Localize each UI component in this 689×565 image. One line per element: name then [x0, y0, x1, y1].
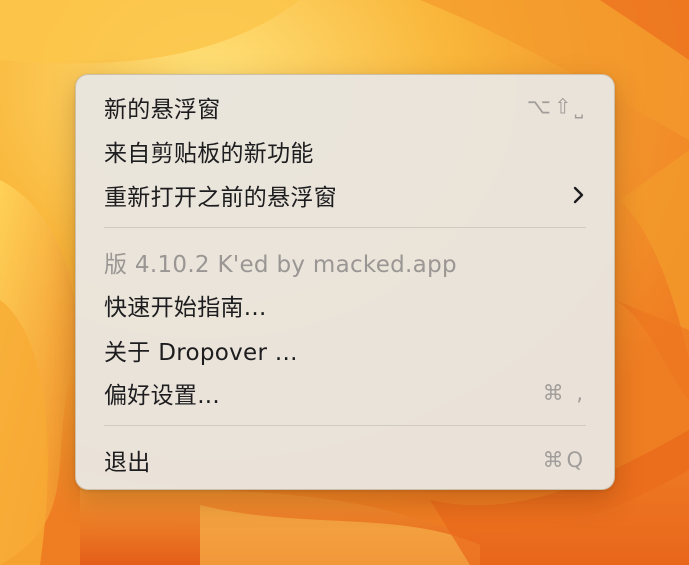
menu-item-version-info: 版 4.10.2 K'ed by macked.app	[90, 242, 600, 282]
menu-item-new-from-clipboard[interactable]: 来自剪贴板的新功能	[90, 131, 600, 171]
menu-item-label: 新的悬浮窗	[104, 97, 221, 123]
menu-item-reopen-previous-windows[interactable]: 重新打开之前的悬浮窗	[90, 175, 600, 215]
menu-separator	[104, 227, 586, 228]
menu-item-quick-start-guide[interactable]: 快速开始指南...	[90, 285, 600, 325]
menu-item-label: 退出	[104, 450, 151, 476]
menu-item-label: 偏好设置...	[104, 383, 221, 409]
context-menu: 新的悬浮窗 ⌥⇧⎵ 来自剪贴板的新功能 重新打开之前的悬浮窗 版 4.10.2 …	[75, 74, 615, 490]
chevron-right-icon	[573, 186, 584, 204]
menu-item-new-floating-window[interactable]: 新的悬浮窗 ⌥⇧⎵	[90, 87, 600, 127]
menu-item-label: 来自剪贴板的新功能	[104, 141, 314, 167]
menu-separator	[104, 425, 586, 426]
menu-item-label: 快速开始指南...	[104, 295, 267, 321]
menu-item-label: 关于 Dropover ...	[104, 340, 298, 366]
menu-item-preferences[interactable]: 偏好设置... ⌘ ,	[90, 373, 600, 413]
menu-item-about-dropover[interactable]: 关于 Dropover ...	[90, 330, 600, 370]
menu-item-label: 版 4.10.2 K'ed by macked.app	[104, 252, 457, 278]
menu-item-label: 重新打开之前的悬浮窗	[104, 185, 337, 211]
menu-item-quit[interactable]: 退出 ⌘Q	[90, 440, 600, 480]
keyboard-shortcut: ⌥⇧⎵	[526, 94, 586, 119]
keyboard-shortcut: ⌘ ,	[542, 381, 586, 405]
keyboard-shortcut: ⌘Q	[542, 448, 586, 472]
